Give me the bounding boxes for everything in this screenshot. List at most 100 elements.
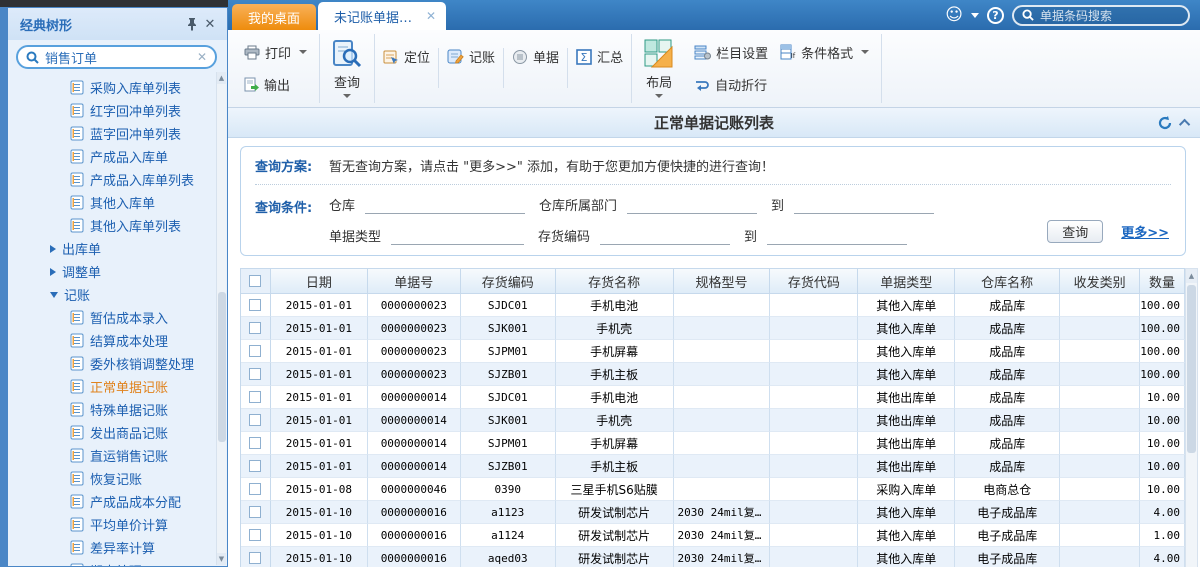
table-row[interactable]: 2015-01-010000000023SJZB01手机主板其他入库单成品库10…	[241, 363, 1185, 386]
tab-unbooked-docs[interactable]: 未记账单据… ✕	[318, 2, 446, 30]
summary-button[interactable]: Σ 汇总	[570, 44, 629, 69]
sidebar-item-出库单[interactable]: 出库单	[8, 237, 227, 260]
book-button[interactable]: 记账	[441, 44, 501, 69]
auto-wrap-button[interactable]: 自动折行	[688, 72, 773, 97]
row-checkbox[interactable]	[249, 529, 261, 541]
query-button-big[interactable]: 查询	[322, 30, 372, 107]
doctype-input[interactable]	[391, 229, 524, 245]
row-checkbox[interactable]	[249, 414, 261, 426]
locate-button[interactable]: 定位	[377, 44, 436, 69]
table-row[interactable]: 2015-01-0800000000460390三星手机S6贴膜采购入库单电商总…	[241, 478, 1185, 501]
sidebar-item-发出商品记账[interactable]: 发出商品记账	[8, 421, 227, 444]
clear-search-icon[interactable]: ✕	[197, 50, 207, 64]
row-checkbox[interactable]	[249, 322, 261, 334]
table-row[interactable]: 2015-01-100000000016a1124研发试制芯片2030 24mi…	[241, 524, 1185, 547]
pin-icon[interactable]	[183, 15, 201, 33]
column-header-仓库名称[interactable]: 仓库名称	[955, 269, 1060, 294]
sidebar-item-委外核销调整处理[interactable]: 委外核销调整处理	[8, 352, 227, 375]
column-header-规格型号[interactable]: 规格型号	[674, 269, 771, 294]
table-row[interactable]: 2015-01-010000000023SJDC01手机电池其他入库单成品库10…	[241, 294, 1185, 317]
refresh-icon[interactable]	[1158, 116, 1172, 130]
sidebar-item-产成品入库单列表[interactable]: 产成品入库单列表	[8, 168, 227, 191]
inv-code-to-input[interactable]	[767, 229, 907, 245]
sidebar-item-产成品成本分配[interactable]: 产成品成本分配	[8, 490, 227, 513]
table-row[interactable]: 2015-01-010000000023SJK001手机壳其他入库单成品库100…	[241, 317, 1185, 340]
cell-规格型号	[674, 386, 771, 409]
sidebar-title: 经典树形	[20, 15, 183, 34]
column-header-数量[interactable]: 数量	[1140, 269, 1185, 294]
sidebar-item-暂估成本录入[interactable]: 暂估成本录入	[8, 306, 227, 329]
cell-单据类型: 其他出库单	[858, 432, 955, 455]
sidebar-item-特殊单据记账[interactable]: 特殊单据记账	[8, 398, 227, 421]
more-link[interactable]: 更多>>	[1121, 222, 1169, 241]
row-checkbox[interactable]	[249, 345, 261, 357]
table-scrollbar[interactable]: ▲	[1185, 268, 1198, 567]
table-row[interactable]: 2015-01-010000000014SJDC01手机电池其他出库单成品库10…	[241, 386, 1185, 409]
sidebar-item-其他入库单[interactable]: 其他入库单	[8, 191, 227, 214]
sidebar-item-正常单据记账[interactable]: 正常单据记账	[8, 375, 227, 398]
row-checkbox[interactable]	[249, 391, 261, 403]
collapse-panel-icon[interactable]	[1179, 119, 1190, 130]
print-button[interactable]: 打印	[238, 40, 313, 65]
close-icon[interactable]: ✕	[201, 15, 219, 33]
cell-单据号: 0000000023	[368, 317, 461, 340]
doc-button[interactable]: 单据	[506, 44, 565, 69]
sidebar-item-调整单[interactable]: 调整单	[8, 260, 227, 283]
user-smiley-icon[interactable]: ☺	[945, 7, 963, 24]
export-button[interactable]: 输出	[238, 72, 313, 97]
sidebar-item-其他入库单列表[interactable]: 其他入库单列表	[8, 214, 227, 237]
sidebar-search-input[interactable]: 销售订单 ✕	[16, 45, 217, 69]
sidebar-item-结算成本处理[interactable]: 结算成本处理	[8, 329, 227, 352]
row-checkbox[interactable]	[249, 437, 261, 449]
row-checkbox[interactable]	[249, 483, 261, 495]
sidebar-item-平均单价计算[interactable]: 平均单价计算	[8, 513, 227, 536]
row-checkbox[interactable]	[249, 506, 261, 518]
column-header-收发类别[interactable]: 收发类别	[1060, 269, 1140, 294]
table-row[interactable]: 2015-01-010000000023SJPM01手机屏幕其他入库单成品库10…	[241, 340, 1185, 363]
query-button[interactable]: 查询	[1047, 220, 1103, 243]
barcode-search-input[interactable]: 单据条码搜索	[1012, 5, 1190, 26]
row-checkbox[interactable]	[249, 552, 261, 564]
help-icon[interactable]: ?	[987, 7, 1004, 24]
row-checkbox[interactable]	[249, 368, 261, 380]
column-header-单据类型[interactable]: 单据类型	[858, 269, 955, 294]
warehouse-dept-to-input[interactable]	[794, 198, 934, 214]
sidebar-item-差异率计算[interactable]: 差异率计算	[8, 536, 227, 559]
tab-my-desktop[interactable]: 我的桌面	[232, 4, 316, 30]
warehouse-dept-input[interactable]	[627, 198, 757, 214]
warehouse-input[interactable]	[365, 198, 525, 214]
sidebar-scrollbar[interactable]: ▲ ▼	[216, 72, 226, 565]
table-row[interactable]: 2015-01-100000000016a1123研发试制芯片2030 24mi…	[241, 501, 1185, 524]
table-row[interactable]: 2015-01-100000000016aqed03研发试制芯片2030 24m…	[241, 547, 1185, 567]
conditional-format-button[interactable]: If 条件格式	[774, 40, 875, 65]
select-all-checkbox[interactable]	[249, 275, 261, 287]
scrollbar-thumb[interactable]	[1187, 285, 1196, 453]
table-row[interactable]: 2015-01-010000000014SJZB01手机主板其他出库单成品库10…	[241, 455, 1185, 478]
column-header-存货名称[interactable]: 存货名称	[556, 269, 674, 294]
tab-close-icon[interactable]: ✕	[426, 9, 436, 23]
sidebar-item-采购入库单列表[interactable]: 采购入库单列表	[8, 76, 227, 99]
scroll-up-icon[interactable]: ▲	[217, 72, 226, 84]
scroll-down-icon[interactable]: ▼	[217, 553, 226, 565]
column-settings-button[interactable]: 栏目设置	[688, 40, 774, 65]
sidebar-item-记账[interactable]: 记账	[8, 283, 227, 306]
sidebar-item-产成品入库单[interactable]: 产成品入库单	[8, 145, 227, 168]
sidebar-item-红字回冲单列表[interactable]: 红字回冲单列表	[8, 99, 227, 122]
column-header-日期[interactable]: 日期	[271, 269, 368, 294]
column-header-存货代码[interactable]: 存货代码	[770, 269, 858, 294]
sidebar-item-直运销售记账[interactable]: 直运销售记账	[8, 444, 227, 467]
scrollbar-thumb[interactable]	[218, 292, 226, 442]
row-checkbox[interactable]	[249, 299, 261, 311]
sidebar-item-恢复记账[interactable]: 恢复记账	[8, 467, 227, 490]
sidebar-item-期末处理[interactable]: 期末处理	[8, 559, 227, 566]
column-header-存货编码[interactable]: 存货编码	[461, 269, 556, 294]
sidebar-item-蓝字回冲单列表[interactable]: 蓝字回冲单列表	[8, 122, 227, 145]
row-checkbox[interactable]	[249, 460, 261, 472]
scroll-up-icon[interactable]: ▲	[1186, 269, 1197, 283]
column-header-单据号[interactable]: 单据号	[368, 269, 461, 294]
table-row[interactable]: 2015-01-010000000014SJPM01手机屏幕其他出库单成品库10…	[241, 432, 1185, 455]
user-menu-caret-icon[interactable]	[971, 13, 979, 18]
inv-code-input[interactable]	[600, 229, 730, 245]
layout-button[interactable]: 布局	[634, 30, 684, 107]
table-row[interactable]: 2015-01-010000000014SJK001手机壳其他出库单成品库10.…	[241, 409, 1185, 432]
